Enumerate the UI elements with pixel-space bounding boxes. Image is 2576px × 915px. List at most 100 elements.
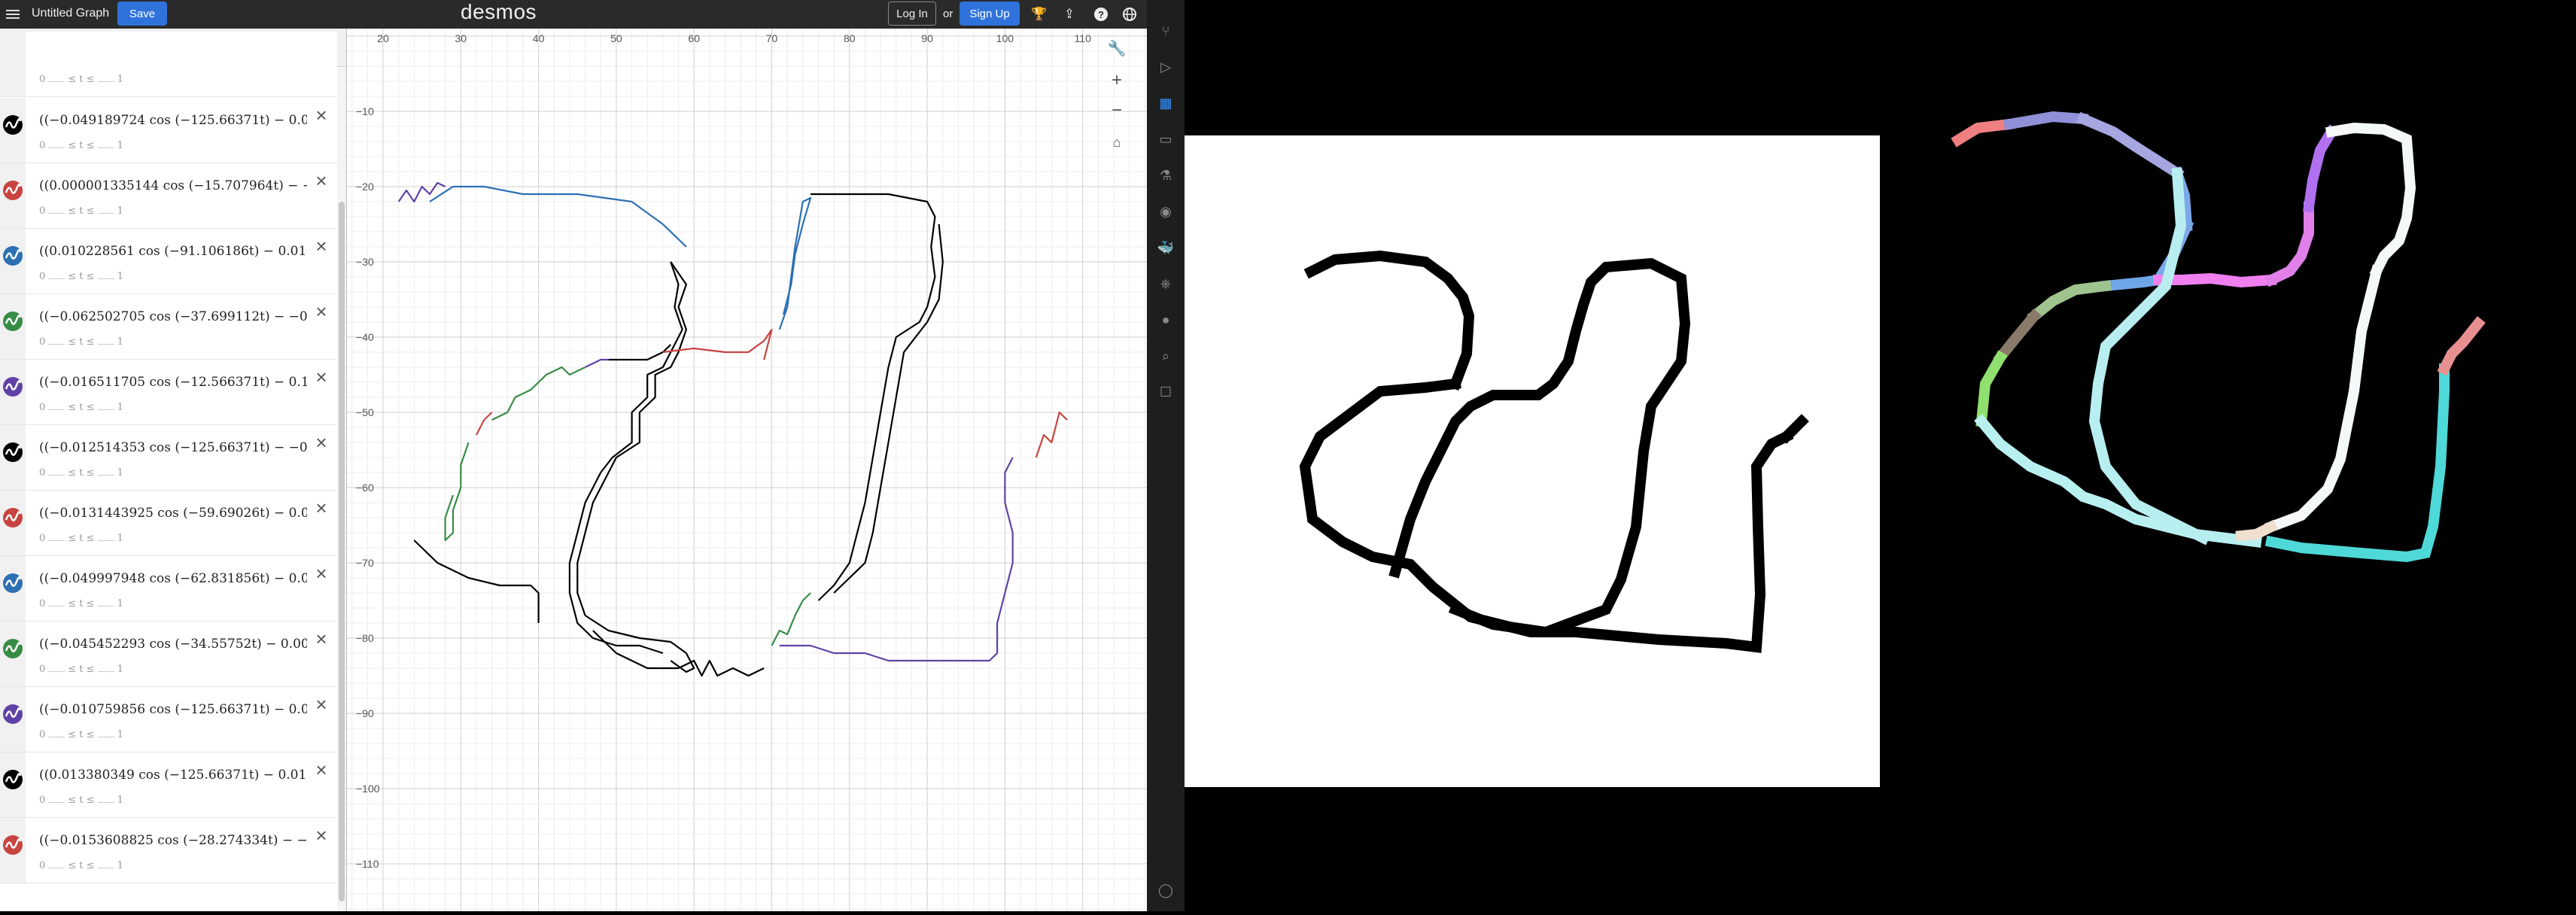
expression-item[interactable]: ((−0.012514353 cos (−125.66371t) − −0 0 ≤ … — [0, 425, 337, 491]
save-button[interactable]: Save — [117, 2, 167, 26]
close-icon[interactable]: × — [312, 105, 331, 125]
function-color-icon[interactable] — [2, 704, 23, 725]
graph-canvas[interactable]: 20 30 40 50 60 70 80 90 100 110 −10 −20 −30 −40 −50 −60… — [347, 29, 1147, 911]
expression-formula[interactable]: ((−0.010759856 cos (−125.66371t) − 0.0 — [39, 702, 307, 717]
expression-formula[interactable]: ((0.013380349 cos (−125.66371t) − 0.011 — [39, 768, 307, 783]
expression-formula[interactable]: ((−0.012514353 cos (−125.66371t) − −0 — [39, 440, 307, 455]
menu-icon[interactable] — [6, 8, 20, 20]
expression-range[interactable]: 0 ≤ t ≤ 1 — [39, 402, 123, 413]
database-icon[interactable]: ● — [1156, 310, 1175, 330]
close-icon[interactable]: × — [312, 695, 331, 714]
expression-formula[interactable]: ((−0.049997948 cos (−62.831856t) − 0.0 — [39, 571, 307, 586]
expression-item[interactable]: ((0.010228561 cos (−91.106186t) − 0.014 0… — [0, 229, 337, 294]
trophy-icon[interactable]: 🏆 — [1031, 6, 1048, 23]
expression-item[interactable]: ((−0.049189724 cos (−125.66371t) − 0.0 0 ≤… — [0, 98, 337, 163]
expression-item[interactable]: ((−0.045452293 cos (−34.55752t) − 0.00 0 ≤… — [0, 622, 337, 687]
expression-range[interactable]: 0 ≤ t ≤ 1 — [39, 271, 123, 282]
range-blank[interactable] — [48, 409, 65, 410]
graph-paper[interactable]: 20 30 40 50 60 70 80 90 100 110 −10 −20 −30 −40 −50 −60… — [347, 29, 1147, 911]
expression-formula[interactable]: ((−0.0153608825 cos (−28.274334t) − − — [39, 833, 307, 848]
close-icon[interactable]: × — [312, 564, 331, 583]
expression-range[interactable]: 0 ≤ t ≤ 1 — [39, 205, 123, 217]
close-icon[interactable]: × — [312, 825, 331, 845]
expression-formula[interactable]: ((−0.049189724 cos (−125.66371t) − 0.0 — [39, 113, 307, 128]
expression-item[interactable]: ((−0.0153608825 cos (−28.274334t) − − 0 ≤ … — [0, 818, 337, 883]
expression-item[interactable]: ((0.013380349 cos (−125.66371t) − 0.011 0… — [0, 752, 337, 818]
expression-formula[interactable]: ((−0.045452293 cos (−34.55752t) − 0.00 — [39, 637, 307, 652]
close-icon[interactable]: × — [312, 760, 331, 780]
share-icon[interactable]: ⇪ — [1061, 6, 1078, 23]
close-icon[interactable]: × — [312, 367, 331, 387]
expression-range[interactable]: 0 ≤ t ≤ 1 — [39, 336, 123, 348]
function-color-icon[interactable] — [2, 638, 23, 659]
expression-item[interactable]: ((−0.062502705 cos (−37.699112t) − −0 0 ≤ … — [0, 294, 337, 360]
source-control-icon[interactable]: ⑂ — [1156, 21, 1175, 41]
function-color-icon[interactable] — [2, 311, 23, 332]
testing-icon[interactable]: ⚗ — [1156, 166, 1175, 185]
expression-range[interactable]: 0 ≤ t ≤ 1 — [39, 729, 123, 740]
expression-item[interactable]: ((−0.0131443925 cos (−59.69026t) − 0.0 0 ≤… — [0, 491, 337, 556]
function-color-icon[interactable] — [2, 114, 23, 135]
expression-range[interactable]: 0 ≤ t ≤ 1 — [39, 467, 123, 479]
wrench-icon[interactable]: 🔧 — [1106, 38, 1128, 60]
function-color-icon[interactable] — [2, 442, 23, 463]
function-color-icon[interactable] — [2, 245, 23, 266]
close-icon[interactable]: × — [312, 433, 331, 452]
range-blank[interactable] — [97, 213, 114, 214]
expression-range[interactable]: 0 ≤ t ≤ 1 — [39, 795, 123, 806]
range-blank[interactable] — [97, 475, 114, 476]
graph-title[interactable]: Untitled Graph — [32, 7, 109, 20]
account-icon[interactable]: ◯ — [1156, 880, 1175, 900]
range-blank[interactable] — [97, 540, 114, 541]
signup-button[interactable]: Sign Up — [960, 2, 1020, 26]
function-color-icon[interactable] — [2, 573, 23, 594]
range-blank[interactable] — [48, 213, 65, 214]
range-blank[interactable] — [48, 147, 65, 148]
close-icon[interactable]: × — [312, 629, 331, 649]
range-blank[interactable] — [48, 671, 65, 672]
range-blank[interactable] — [48, 278, 65, 279]
help-icon[interactable]: ? — [1093, 6, 1109, 23]
close-icon[interactable]: × — [312, 171, 331, 190]
docker-icon[interactable]: 🐳 — [1156, 238, 1175, 257]
range-blank[interactable] — [48, 475, 65, 476]
expression-formula[interactable]: ((0.000001335144 cos (−15.707964t) − − — [39, 178, 307, 193]
function-color-icon[interactable] — [2, 507, 23, 528]
expression-formula[interactable]: ((0.010228561 cos (−91.106186t) − 0.014 — [39, 244, 307, 259]
expression-range[interactable]: 0 ≤ t ≤ 1 — [39, 598, 123, 609]
expression-formula[interactable]: ((−0.0131443925 cos (−59.69026t) − 0.0 — [39, 506, 307, 521]
range-blank[interactable] — [97, 344, 114, 345]
range-blank[interactable] — [48, 540, 65, 541]
expression-range[interactable]: 0 ≤ t ≤ 1 — [39, 860, 123, 871]
home-icon[interactable]: ⌂ — [1106, 131, 1128, 154]
kubernetes-icon[interactable]: ⎈ — [1156, 274, 1175, 293]
run-debug-icon[interactable]: ▷ — [1156, 57, 1175, 77]
zoom-in-icon[interactable]: + — [1106, 69, 1128, 92]
expression-item[interactable]: ((0.000001335144 cos (−15.707964t) − − 0 ≤… — [0, 163, 337, 229]
expression-item-partial[interactable]: 0 ≤ t ≤ 1 — [0, 32, 337, 97]
range-blank[interactable] — [97, 671, 114, 672]
expression-range[interactable]: 0 ≤ t ≤ 1 — [39, 74, 123, 85]
remote-explorer-icon[interactable]: ▭ — [1156, 129, 1175, 149]
range-blank[interactable] — [97, 802, 114, 803]
globe-icon[interactable] — [1121, 6, 1138, 23]
range-blank[interactable] — [97, 147, 114, 148]
range-blank[interactable] — [48, 802, 65, 803]
close-icon[interactable]: × — [312, 498, 331, 518]
scrollbar-thumb[interactable] — [339, 202, 345, 901]
close-icon[interactable]: × — [312, 302, 331, 321]
range-blank[interactable] — [97, 409, 114, 410]
expression-item[interactable]: ((−0.049997948 cos (−62.831856t) − 0.0 0 ≤… — [0, 556, 337, 622]
expression-formula[interactable]: ((−0.062502705 cos (−37.699112t) − −0 — [39, 309, 307, 324]
login-button[interactable]: Log In — [888, 2, 936, 26]
extensions-icon[interactable]: ▦ — [1156, 93, 1175, 113]
expression-item[interactable]: ((−0.016511705 cos (−12.566371t) − 0.1 0 ≤… — [0, 360, 337, 425]
close-icon[interactable]: × — [312, 236, 331, 256]
expression-range[interactable]: 0 ≤ t ≤ 1 — [39, 140, 123, 151]
zoom-out-icon[interactable]: − — [1106, 99, 1128, 122]
function-color-icon[interactable] — [2, 834, 23, 856]
function-color-icon[interactable] — [2, 376, 23, 397]
chat-icon[interactable]: ☐ — [1156, 382, 1175, 402]
expression-formula[interactable]: ((−0.016511705 cos (−12.566371t) − 0.1 — [39, 375, 307, 390]
github-icon[interactable]: ◉ — [1156, 202, 1175, 221]
